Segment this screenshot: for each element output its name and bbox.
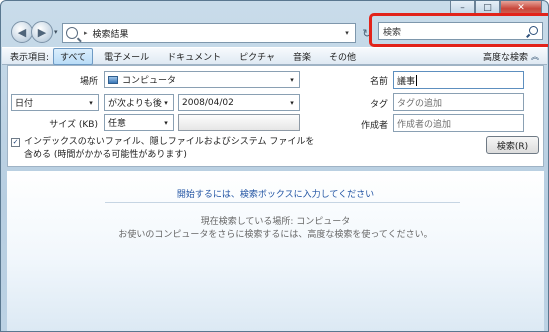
author-placeholder: 作成者の追加 bbox=[397, 119, 452, 130]
include-nonindexed-checkbox[interactable]: ✓ bbox=[11, 138, 20, 147]
date-field-select[interactable]: 日付 ▾ bbox=[11, 94, 99, 111]
filter-tab-other[interactable]: その他 bbox=[322, 48, 363, 65]
date-condition-value: が次よりも後 bbox=[108, 99, 162, 109]
breadcrumb-search-results[interactable]: 検索結果 bbox=[93, 27, 129, 40]
tag-label: タグ bbox=[369, 100, 388, 110]
size-select[interactable]: 任意 ▾ bbox=[104, 114, 174, 131]
filter-bar: 表示項目: すべて 電子メール ドキュメント ピクチャ 音楽 その他 高度な検索… bbox=[2, 47, 547, 65]
back-arrow-icon: ◀ bbox=[17, 25, 27, 39]
chevron-up-icon: ︽ bbox=[531, 52, 539, 61]
size-value-field[interactable] bbox=[178, 114, 300, 131]
size-value: 任意 bbox=[108, 119, 127, 129]
text-caret bbox=[416, 74, 418, 86]
advanced-search-panel: 場所 コンピュータ ▾ 日付 ▾ が次よりも後 ▾ 2008/04/02 ▾ サ… bbox=[7, 65, 544, 167]
search-placeholder: 検索 bbox=[383, 27, 402, 38]
filter-label: 表示項目: bbox=[10, 52, 50, 63]
tag-placeholder: タグの追加 bbox=[397, 98, 443, 109]
search-button[interactable]: 検索(R) bbox=[486, 136, 539, 154]
address-dropdown-icon[interactable]: ▾ bbox=[341, 24, 353, 42]
filter-tab-music[interactable]: 音楽 bbox=[286, 48, 318, 65]
search-window: – □ ✕ ◀ ▶ ▾ ▸ 検索結果 ▾ ↻ 検索 表示項目: すべて 電子メー… bbox=[0, 0, 549, 332]
location-select[interactable]: コンピュータ ▾ bbox=[104, 71, 300, 88]
date-condition-select[interactable]: が次よりも後 ▾ bbox=[104, 94, 174, 111]
chevron-down-icon: ▾ bbox=[164, 98, 168, 107]
forward-arrow-icon: ▶ bbox=[37, 25, 47, 39]
name-value: 議事 bbox=[397, 76, 416, 87]
filter-tab-email[interactable]: 電子メール bbox=[97, 48, 156, 65]
results-hint: 開始するには、検索ボックスに入力してください bbox=[176, 190, 375, 200]
filter-tab-all[interactable]: すべて bbox=[53, 47, 94, 65]
computer-icon bbox=[108, 75, 118, 84]
forward-button[interactable]: ▶ bbox=[31, 21, 53, 43]
filter-tab-documents[interactable]: ドキュメント bbox=[160, 48, 228, 65]
search-folder-icon bbox=[66, 27, 78, 39]
search-input[interactable]: 検索 bbox=[378, 22, 543, 40]
chevron-down-icon: ▾ bbox=[290, 75, 294, 84]
results-pane: 開始するには、検索ボックスに入力してください 現在検索している場所: コンピュー… bbox=[7, 171, 544, 331]
results-divider bbox=[105, 202, 460, 203]
name-input[interactable]: 議事 bbox=[393, 71, 524, 89]
author-label: 作成者 bbox=[360, 121, 388, 131]
breadcrumb-separator-icon[interactable]: ▸ bbox=[84, 29, 88, 37]
location-value: コンピュータ bbox=[122, 76, 177, 86]
chevron-down-icon: ▾ bbox=[89, 98, 93, 107]
date-value: 2008/04/02 bbox=[182, 97, 234, 108]
search-icon[interactable] bbox=[529, 26, 538, 35]
search-box-highlight: 検索 bbox=[369, 13, 548, 47]
advanced-search-tip: お使いのコンピュータをさらに検索するには、高度な検索を使ってください。 bbox=[118, 230, 433, 240]
location-label: 場所 bbox=[79, 77, 98, 87]
advanced-search-label: 高度な検索 bbox=[482, 53, 528, 63]
include-nonindexed-label[interactable]: インデックスのないファイル、隠しファイルおよびシステム ファイルを含める (時間… bbox=[24, 136, 319, 162]
date-value-select[interactable]: 2008/04/02 ▾ bbox=[178, 94, 300, 111]
size-label: サイズ (KB) bbox=[49, 120, 98, 130]
history-dropdown-icon[interactable]: ▾ bbox=[54, 28, 58, 36]
chevron-down-icon: ▾ bbox=[164, 118, 168, 127]
advanced-search-toggle[interactable]: 高度な検索 ︽ bbox=[483, 50, 539, 63]
author-input[interactable]: 作成者の追加 bbox=[393, 114, 524, 132]
back-button[interactable]: ◀ bbox=[11, 21, 33, 43]
search-scope-text: 現在検索している場所: コンピュータ bbox=[200, 217, 351, 227]
chevron-down-icon: ▾ bbox=[290, 98, 294, 107]
navigation-bar: ◀ ▶ ▾ ▸ 検索結果 ▾ ↻ 検索 bbox=[9, 13, 548, 47]
address-bar[interactable]: ▸ 検索結果 ▾ bbox=[62, 23, 356, 43]
name-label: 名前 bbox=[369, 77, 388, 87]
date-field-value: 日付 bbox=[15, 99, 34, 109]
tag-input[interactable]: タグの追加 bbox=[393, 93, 524, 111]
filter-tab-pictures[interactable]: ピクチャ bbox=[232, 48, 282, 65]
